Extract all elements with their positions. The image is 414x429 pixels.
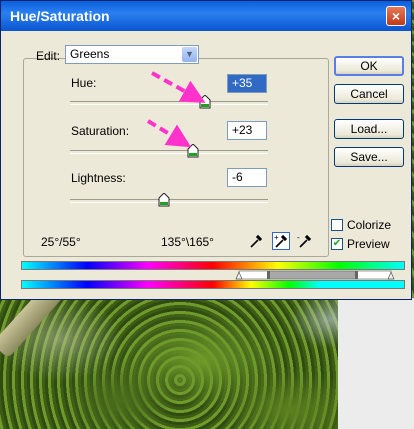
annotation-arrow-icon: [146, 71, 206, 148]
